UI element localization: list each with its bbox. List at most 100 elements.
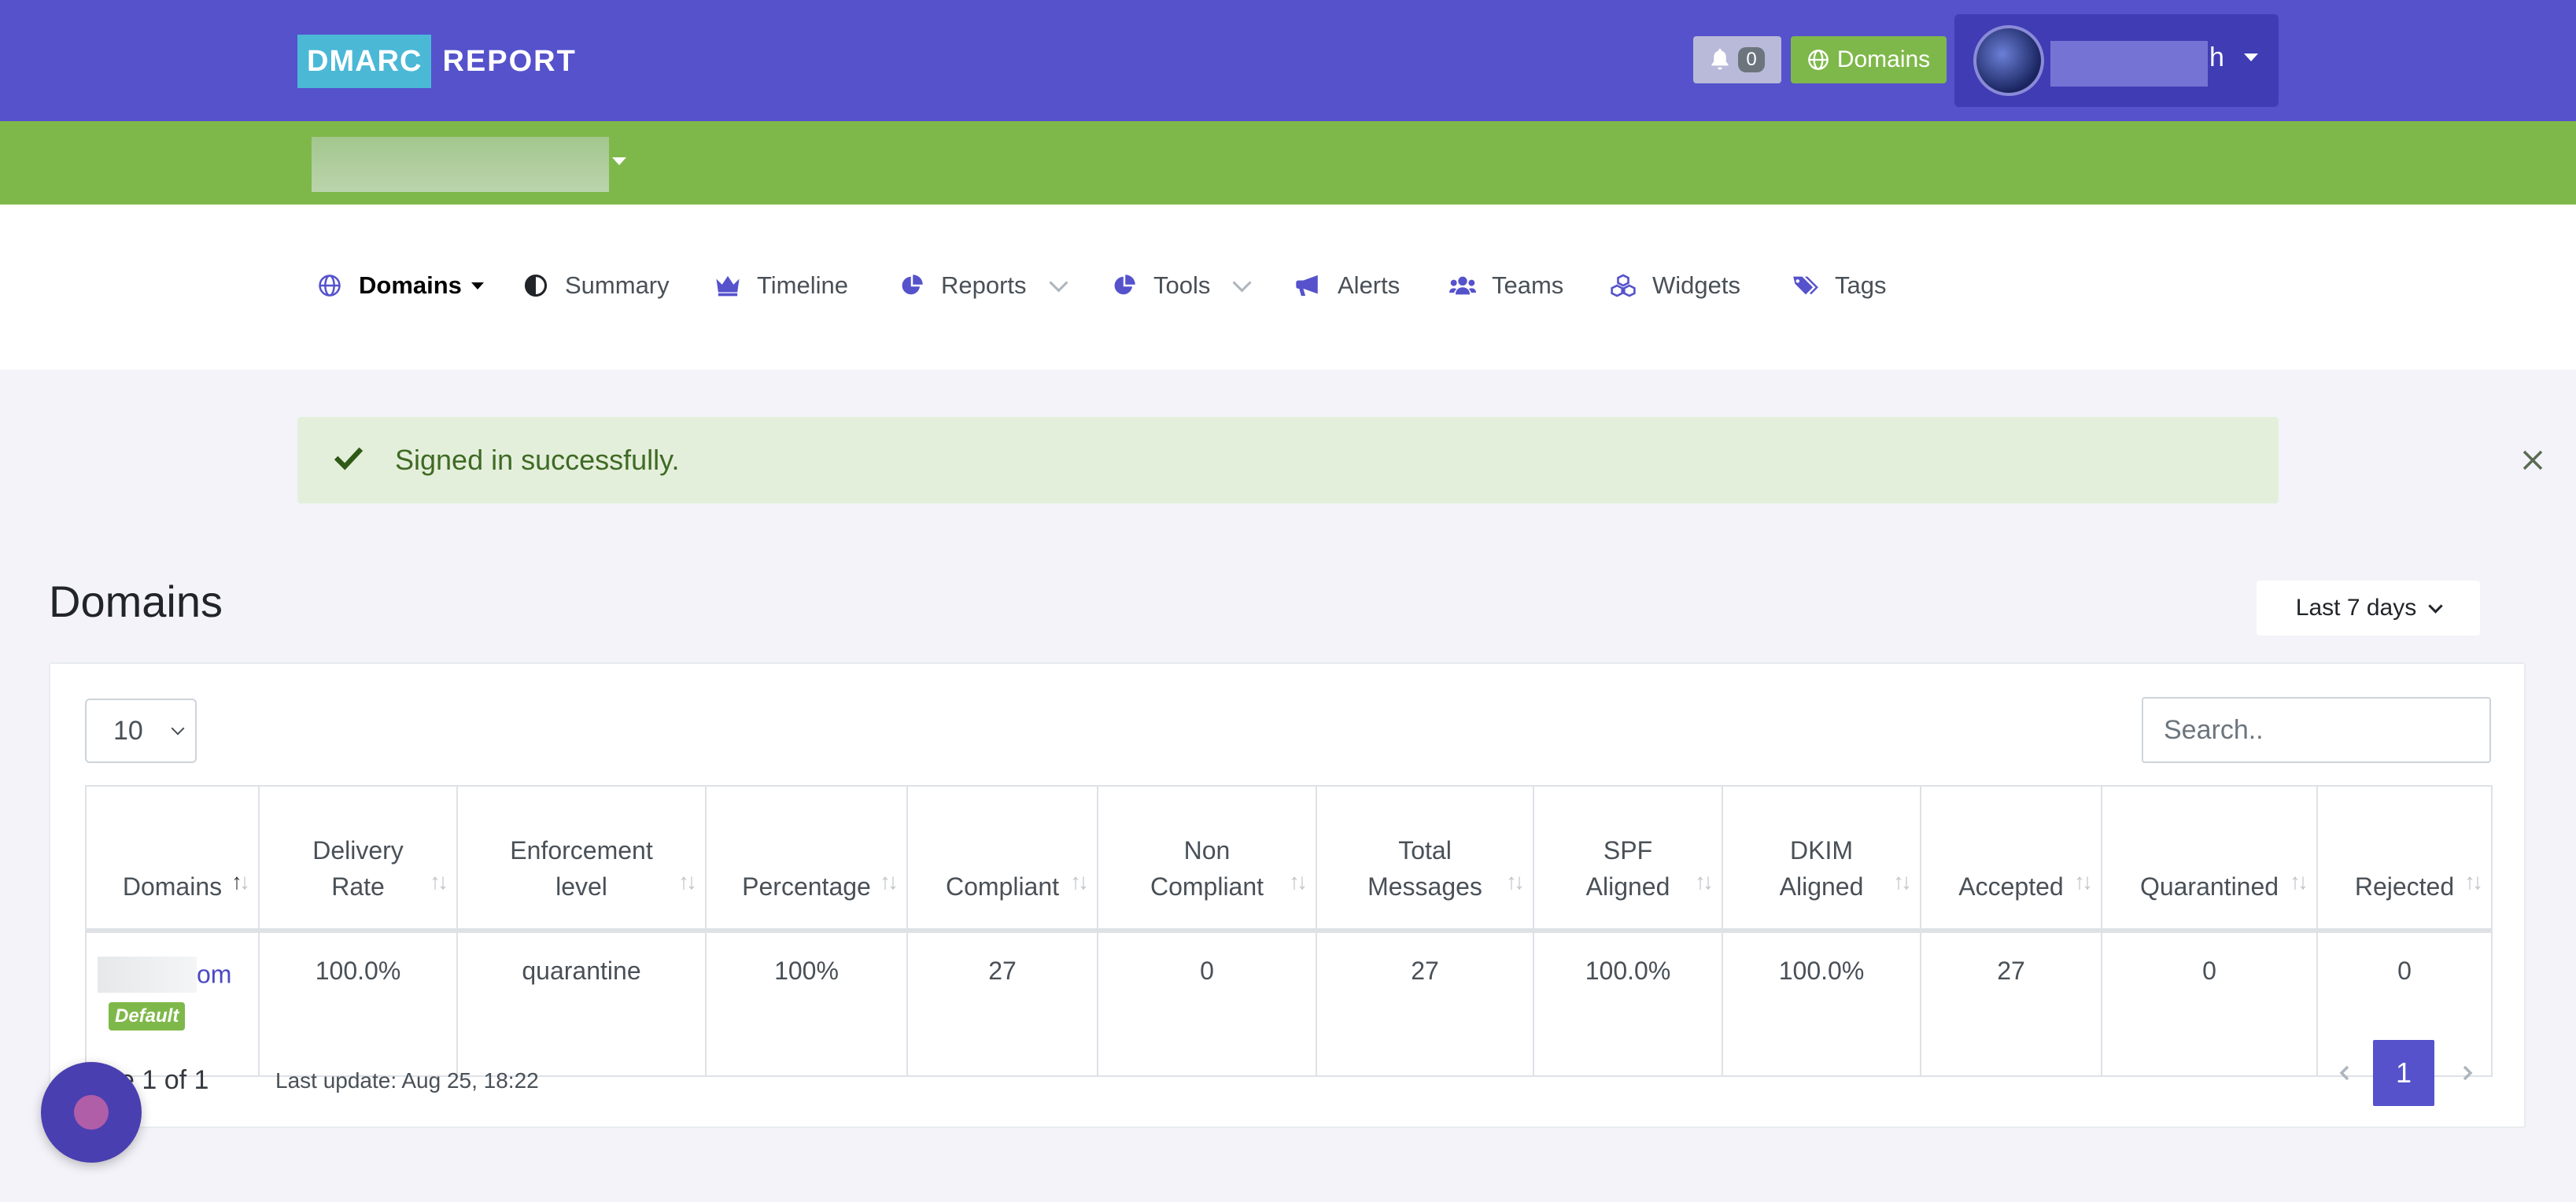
percentage-cell: 100% [705,930,908,1077]
nav-alerts[interactable]: Alerts [1295,267,1400,304]
table-header-row: Domains ↑↓ Delivery Rate ↑↓ Enforcement leve… [85,785,2493,931]
header-label: Quarantined [2139,872,2279,901]
header-label: DKIM [1790,836,1853,865]
logo[interactable]: DMARC REPORT [297,35,577,88]
header-label: Rejected [2354,872,2455,901]
chevron-right-icon[interactable] [2455,1056,2480,1090]
crown-icon [714,272,741,299]
pie-chart-icon [1111,272,1138,299]
notifications-button[interactable]: 0 [1693,36,1781,83]
nav-domains[interactable]: Domains [316,267,484,304]
nav-label: Widgets [1652,271,1740,299]
nav-reports[interactable]: Reports [899,267,1068,304]
header-label: Domains [122,872,223,901]
nav-label: Alerts [1338,271,1401,299]
col-total-messages[interactable]: Total Messages ↑↓ [1316,785,1534,931]
sort-icon: ↑↓ [430,869,448,894]
nav-label: Reports [941,271,1027,299]
page-size-value: 10 [113,715,143,746]
nav-label: Teams [1492,271,1564,299]
header-label: Enforcement [510,836,653,865]
tags-icon [1792,272,1819,299]
check-icon [334,447,364,470]
logo-dmarc: DMARC [297,35,432,88]
header-label: Compliant [1150,872,1264,901]
col-dkim-aligned[interactable]: DKIM Aligned ↑↓ [1722,785,1921,931]
header-label: Percentage [742,872,871,901]
user-name-redacted [2050,41,2208,87]
avatar [1973,25,2044,96]
total-messages-cell: 27 [1316,930,1534,1077]
main-nav: Domains Summary Timeline Reports Tools A… [0,205,2576,370]
close-icon[interactable] [2510,417,2554,503]
nav-widgets[interactable]: Widgets [1610,267,1740,304]
page-1-button[interactable]: 1 [2373,1040,2434,1106]
chevron-down-icon [2428,598,2443,614]
domains-table: Domains ↑↓ Delivery Rate ↑↓ Enforcement leve… [85,785,2493,1077]
default-badge: Default [109,1002,186,1031]
caret-down-icon [2244,53,2258,61]
col-spf-aligned[interactable]: SPF Aligned ↑↓ [1533,785,1723,931]
enforcement-level-cell: quarantine [456,930,707,1077]
nav-teams[interactable]: Teams [1449,267,1563,304]
header-label: Total [1398,836,1452,865]
col-rejected[interactable]: Rejected ↑↓ [2316,785,2493,931]
header-label: Rate [331,872,385,901]
sort-icon: ↑↓ [1893,869,1912,894]
last-update: Last update: Aug 25, 18:22 [275,1068,539,1093]
chat-widget-button[interactable] [41,1062,142,1163]
domains-button[interactable]: Domains [1791,36,1947,83]
nav-summary[interactable]: Summary [522,267,670,304]
col-enforcement-level[interactable]: Enforcement level ↑↓ [456,785,707,931]
col-percentage[interactable]: Percentage ↑↓ [705,785,908,931]
compliant-cell: 27 [906,930,1098,1077]
delivery-rate-cell: 100.0% [258,930,458,1077]
sort-icon: ↑↓ [880,869,899,894]
caret-down-icon [471,282,484,289]
organization-bar [0,121,2576,205]
megaphone-icon [1295,272,1322,299]
domain-name-redacted [98,957,197,993]
nav-tags[interactable]: Tags [1792,267,1886,304]
date-range-label: Last 7 days [2295,595,2417,621]
chevron-left-icon[interactable] [2332,1056,2357,1090]
sort-icon: ↑↓ [2074,869,2093,894]
nav-timeline[interactable]: Timeline [714,267,848,304]
nav-tools[interactable]: Tools [1111,267,1252,304]
domain-link[interactable]: om [197,960,231,989]
col-delivery-rate[interactable]: Delivery Rate ↑↓ [258,785,458,931]
sort-icon: ↑↓ [678,869,697,894]
col-accepted[interactable]: Accepted ↑↓ [1920,785,2102,931]
half-circle-icon [522,272,549,299]
domain-cell[interactable]: om Default [85,930,260,1077]
cubes-icon [1610,272,1637,299]
header-label: Messages [1367,872,1482,901]
header-label: Aligned [1779,872,1864,901]
col-compliant[interactable]: Compliant ↑↓ [906,785,1098,931]
spf-aligned-cell: 100.0% [1533,930,1723,1077]
user-menu[interactable]: h [1954,14,2279,107]
sort-asc-icon: ↑↓ [231,869,250,894]
date-range-dropdown[interactable]: Last 7 days [2257,581,2480,636]
page-size-select[interactable]: 10 [85,699,197,763]
nav-label: Tools [1153,271,1211,299]
header-label: Compliant [945,872,1060,901]
nav-label: Timeline [757,271,848,299]
globe-icon [316,272,343,299]
bell-icon [1711,49,1729,70]
success-alert: Signed in successfully. [297,417,2543,503]
organization-selector[interactable] [312,137,609,192]
col-non-compliant[interactable]: Non Compliant ↑↓ [1097,785,1317,931]
nav-label: Domains [359,271,462,299]
nav-label: Tags [1835,271,1887,299]
header-label: level [555,872,607,901]
caret-down-icon[interactable] [612,157,626,165]
search-input[interactable] [2142,697,2491,763]
header-label: SPF [1603,836,1653,865]
col-domains[interactable]: Domains ↑↓ [85,785,260,931]
col-quarantined[interactable]: Quarantined ↑↓ [2101,785,2318,931]
pie-chart-icon [899,272,925,299]
header-label: Non [1183,836,1231,865]
sort-icon: ↑↓ [2290,869,2308,894]
quarantined-cell: 0 [2101,930,2318,1077]
